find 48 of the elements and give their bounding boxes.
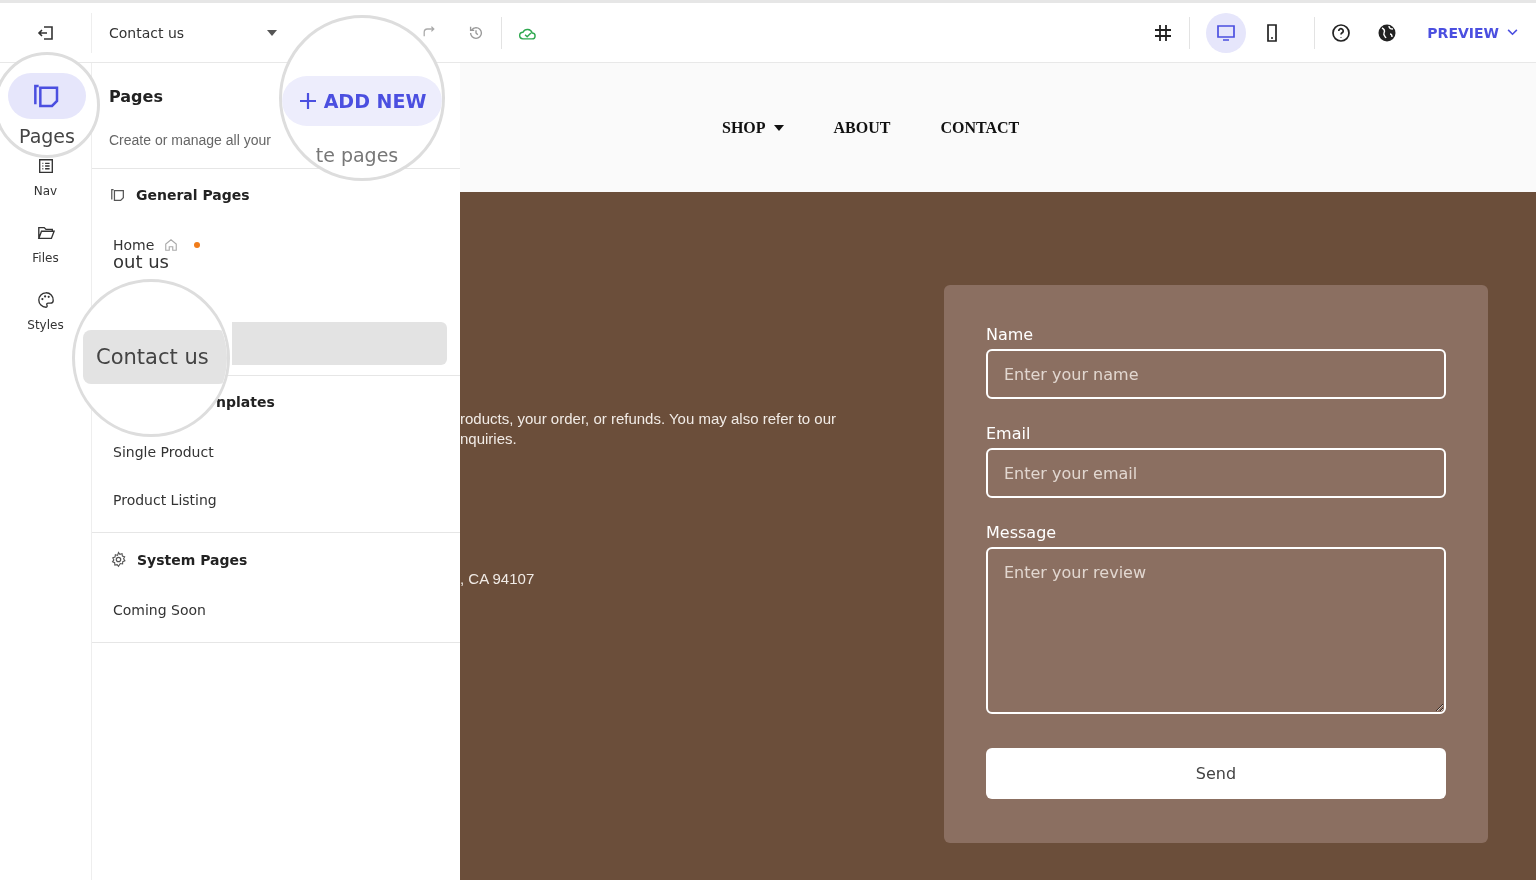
sidebar-item[interactable]: Styles (27, 291, 64, 332)
field-label: Name (986, 325, 1035, 344)
panel-title: Pages (109, 87, 163, 106)
page-item[interactable]: Single Product (113, 444, 214, 460)
field-label: Message (986, 523, 1058, 542)
chevron-down-icon (1507, 29, 1518, 36)
status-dot (194, 242, 201, 248)
section-title: General Pages (136, 187, 250, 203)
message-field[interactable]: Enter your review (986, 547, 1446, 714)
body-text: nquiries. (460, 429, 518, 449)
input-field[interactable]: Enter your email (986, 448, 1446, 498)
palette-icon (36, 291, 55, 309)
pages-icon (110, 187, 126, 203)
monitor-icon (1216, 22, 1237, 43)
page-item[interactable]: Product Listing (113, 492, 217, 508)
field-label: Email (986, 424, 1032, 443)
plus-icon (297, 91, 318, 111)
page-dropdown[interactable]: Contact us (109, 24, 277, 41)
nav-link[interactable]: SHOP (722, 118, 784, 137)
home-icon (164, 238, 179, 252)
preview-button[interactable]: PREVIEW (1421, 23, 1524, 42)
panel-description: Create or manage all your (109, 132, 271, 148)
sidebar-item[interactable]: Files (32, 224, 59, 265)
description-fragment: te pages (315, 144, 399, 166)
send-button[interactable]: Send (986, 748, 1446, 799)
sidebar-label: Pages (19, 125, 75, 147)
section-title: System Pages (137, 551, 248, 568)
section-title: nplates (216, 394, 275, 410)
page-item[interactable]: Coming Soon (113, 602, 206, 618)
page-item[interactable]: out us (113, 253, 169, 271)
page-item[interactable]: Home (113, 237, 201, 253)
list-icon (36, 157, 55, 175)
help-icon[interactable] (1331, 22, 1352, 43)
caret-icon (773, 124, 784, 131)
settings-icon (110, 551, 127, 568)
address-text: , CA 94107 (460, 569, 536, 589)
body-text: roducts, your order, or refunds. You may also refer to our (460, 409, 838, 429)
nav-link[interactable]: CONTACT (940, 118, 1020, 137)
input-field[interactable]: Enter your name (986, 349, 1446, 399)
pages-rail-button[interactable] (8, 73, 86, 119)
selected-page-item[interactable]: Contact us (83, 330, 227, 384)
caret-icon (267, 29, 277, 36)
sidebar-item[interactable]: Nav (33, 157, 58, 198)
globe-icon[interactable] (1377, 22, 1398, 43)
grid-icon[interactable] (1153, 22, 1174, 43)
folder-icon (36, 224, 55, 242)
add-new-button[interactable]: ADD NEW (282, 76, 442, 126)
nav-link[interactable]: ABOUT (833, 118, 891, 137)
